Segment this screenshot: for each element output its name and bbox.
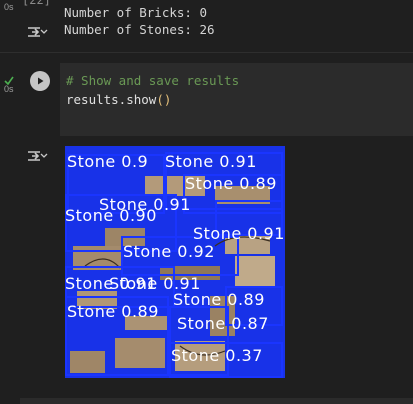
detection-label-6: Stone 0.92	[123, 242, 215, 261]
code-comment: # Show and save results	[66, 73, 240, 88]
exec-time-label-2: 0s	[4, 84, 14, 94]
detection-label-10: Stone 0.89	[67, 302, 159, 321]
output-icon-2[interactable]	[26, 148, 48, 168]
detection-label-9: Stone 0.89	[173, 290, 265, 309]
output-line-stones: Number of Stones: 26	[64, 22, 215, 37]
code-statement: results.show()	[66, 92, 171, 108]
next-cell-edge	[20, 398, 413, 404]
detection-label-5: Stone 0.91	[193, 224, 285, 243]
output-icon[interactable]	[26, 24, 48, 44]
detection-label-1: Stone 0.91	[165, 152, 257, 171]
output-line-bricks: Number of Bricks: 0	[64, 5, 207, 20]
detection-label-0: Stone 0.9	[67, 152, 149, 171]
exec-count-label: [22]	[22, 0, 51, 7]
code-call: results.show	[66, 92, 157, 107]
code-parens: ()	[156, 92, 172, 107]
cell-divider	[0, 52, 413, 53]
detection-label-11: Stone 0.87	[177, 314, 269, 333]
detection-label-4: Stone 0.90	[65, 206, 157, 225]
run-cell-button[interactable]	[30, 71, 50, 91]
exec-time-label: 0s	[4, 2, 14, 12]
detection-label-2: Stone 0.89	[185, 174, 277, 193]
detection-label-12: Stone 0.37	[171, 346, 263, 365]
detection-result-image: Stone 0.9 Stone 0.91 Stone 0.89 Stone 0.…	[65, 146, 285, 378]
